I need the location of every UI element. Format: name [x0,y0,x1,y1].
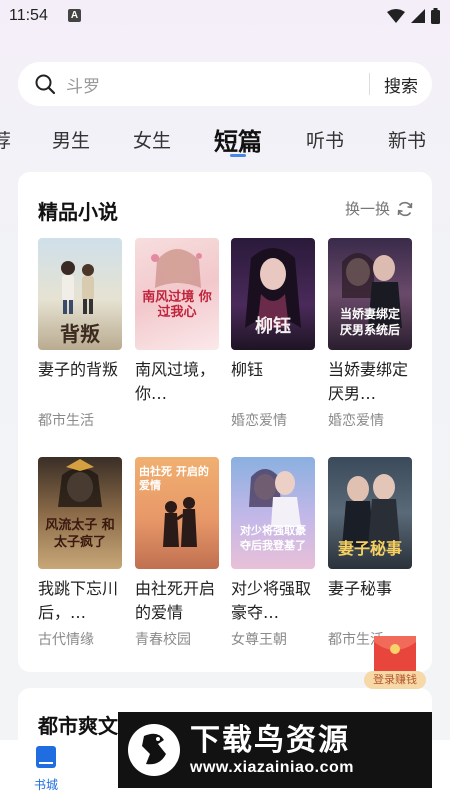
search-bar[interactable]: 斗罗 搜索 [18,62,432,106]
book-title: 南风过境，你… [135,360,216,403]
book-title: 对少将强取豪夺… [231,579,312,622]
book-item[interactable]: 风流太子 和太子疯了 我跳下忘川后，… 古代情缘 [38,457,122,649]
book-cover: 由社死 开启的爱情 [135,457,219,569]
book-cover-text: 背叛 [60,322,100,346]
book-title: 当娇妻绑定厌男… [328,360,409,403]
status-bar: 11:54 A [0,0,450,36]
book-genre: 女尊王朝 [231,632,287,648]
nav-bookstore[interactable]: 书城 [28,746,64,793]
book-cover: 风流太子 和太子疯了 [38,457,122,569]
book-item[interactable]: 柳钰 柳钰 婚恋爱情 [231,238,315,430]
tab-male[interactable]: 男生 [52,126,90,153]
search-icon [34,73,56,95]
book-cover-text: 南风过境 你过我心 [142,290,212,320]
bird-logo-icon [128,724,180,776]
watermark-url: www.xiazainiao.com [190,759,355,776]
refresh-label: 换一换 [344,200,390,218]
book-genre: 青春校园 [135,632,191,648]
book-item[interactable]: 对少将强取豪 夺后我登基了 对少将强取豪夺… 女尊王朝 [231,457,315,649]
book-genre: 都市生活 [38,413,94,429]
refresh-button[interactable]: 换一换 [345,198,414,219]
status-icons [387,8,440,24]
refresh-icon [397,201,413,216]
book-cover: 背叛 [38,238,122,350]
watermark-title: 下载鸟资源 [190,723,350,758]
book-genre: 婚恋爱情 [328,413,384,429]
book-title: 妻子秘事 [328,579,393,598]
tab-new-books[interactable]: 新书 [388,126,426,153]
book-item[interactable]: 背叛 妻子的背叛 都市生活 [38,238,122,430]
wifi-icon [387,9,405,23]
book-item[interactable]: 南风过境 你过我心 南风过境，你… [135,238,219,410]
book-cover: 对少将强取豪 夺后我登基了 [231,457,315,569]
status-time: 11:54 [9,7,48,24]
tab-female[interactable]: 女生 [133,126,171,153]
book-item[interactable]: 妻子秘事 妻子秘事 都市生活 [328,457,412,649]
notification-badge: A [68,9,81,22]
tab-audiobooks[interactable]: 听书 [306,126,344,153]
category-tabs: 荐 男生 女生 短篇 听书 新书 [0,122,450,162]
book-genre: 古代情缘 [38,632,94,648]
red-packet-label[interactable]: 登录赚钱 [364,671,426,689]
book-item[interactable]: 当娇妻绑定 厌男系统后 当娇妻绑定厌男… 婚恋爱情 [328,238,412,430]
tab-recommend[interactable]: 荐 [0,126,11,153]
book-cover: 柳钰 [231,238,315,350]
book-cover: 当娇妻绑定 厌男系统后 [328,238,412,350]
book-cover-text: 对少将强取豪 夺后我登基了 [240,524,306,552]
search-input[interactable]: 斗罗 [66,72,369,97]
book-cover: 南风过境 你过我心 [135,238,219,350]
book-cover-text: 风流太子 和太子疯了 [45,518,115,550]
search-button[interactable]: 搜索 [370,72,432,97]
book-icon [36,746,56,768]
section-title: 精品小说 [38,200,118,224]
battery-icon [431,8,440,24]
book-cover-text: 由社死 开启的爱情 [139,465,209,492]
book-title: 柳钰 [231,360,264,379]
book-title: 妻子的背叛 [38,360,119,379]
book-item[interactable]: 由社死 开启的爱情 由社死开启的爱情 青春校园 [135,457,219,649]
section-title: 都市爽文 [38,714,118,738]
active-tab-indicator [230,154,246,157]
watermark-banner: 下载鸟资源 www.xiazainiao.com [118,712,432,788]
book-cover-text: 妻子秘事 [337,539,402,558]
signal-icon [411,9,425,23]
book-cover-text: 柳钰 [255,316,291,337]
nav-bookstore-label: 书城 [33,778,58,792]
book-cover: 妻子秘事 [328,457,412,569]
book-cover-text: 当娇妻绑定 厌男系统后 [339,307,400,337]
tab-short-stories[interactable]: 短篇 [214,122,262,157]
book-title: 由社死开启的爱情 [135,579,216,622]
featured-novels-card: 精品小说 换一换 背叛 妻子的背叛 都市生活 南风过境 你过我心 南风过境，你…… [18,172,432,672]
book-title: 我跳下忘川后，… [38,579,119,622]
book-genre: 婚恋爱情 [231,413,287,429]
